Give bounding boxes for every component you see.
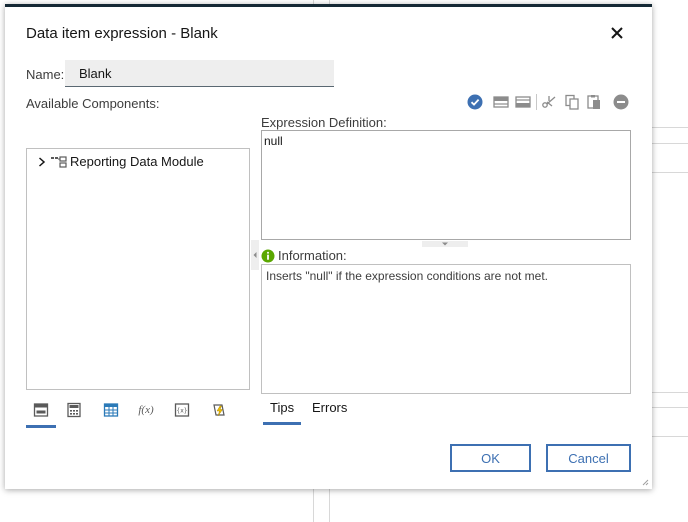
ok-button[interactable]: OK [450,444,531,472]
macro-icon [213,404,225,417]
table-icon [103,403,119,417]
tree-item-label: Reporting Data Module [70,154,204,169]
tab-functions[interactable]: f(x) [131,397,161,423]
name-label: Name: [26,67,65,82]
info-icon [261,249,275,262]
tab-errors[interactable]: Errors [312,400,347,415]
expression-editor[interactable]: null [261,130,631,240]
tab-parameters[interactable]: {x} [167,397,197,423]
copy-icon[interactable] [563,93,581,111]
svg-text:{x}: {x} [176,408,187,415]
information-panel: Inserts "null" if the expression conditi… [261,264,631,394]
tab-source[interactable] [26,397,56,423]
tab-calculations[interactable] [59,397,89,423]
tab-macros[interactable] [204,397,234,423]
insert-row-below-icon[interactable] [514,93,532,111]
background-line [652,127,688,128]
paste-icon[interactable] [585,93,603,111]
resize-grip-icon[interactable] [641,478,649,486]
functions-icon: f(x) [138,404,154,416]
tab-tips[interactable]: Tips [270,400,294,415]
validate-icon[interactable] [466,93,484,111]
horizontal-splitter[interactable] [422,241,468,247]
background-line [652,143,688,144]
source-icon [33,403,49,417]
insert-row-above-icon[interactable] [492,93,510,111]
cancel-button[interactable]: Cancel [546,444,631,472]
active-tab-indicator [26,425,56,428]
expression-text: null [264,134,283,148]
chevron-down-icon [442,242,448,246]
background-line [652,172,688,173]
available-components-tree[interactable]: Reporting Data Module [26,148,250,390]
information-text: Inserts "null" if the expression conditi… [266,269,548,283]
expression-dialog: Data item expression - Blank Name: Avail… [5,4,652,489]
available-components-label: Available Components: [26,96,160,111]
toolbar-separator [536,94,537,110]
cut-icon[interactable] [540,93,558,111]
chevron-right-icon[interactable] [37,156,47,168]
name-field[interactable] [65,60,334,87]
component-tabs: f(x) {x} [26,397,256,429]
information-header: Information: [261,248,347,263]
dialog-top-bar [5,4,652,7]
background-line [652,392,688,393]
remove-icon[interactable] [612,93,630,111]
information-label: Information: [278,248,347,263]
vertical-splitter[interactable] [251,240,259,270]
parameters-icon: {x} [174,403,190,417]
calculator-icon [67,402,81,418]
dialog-title: Data item expression - Blank [26,25,218,42]
tips-tab-indicator [263,422,301,425]
close-icon[interactable] [608,24,626,42]
tab-tables[interactable] [96,397,126,423]
data-module-icon [51,155,67,168]
expression-definition-label: Expression Definition: [261,115,387,130]
background-line [652,407,688,408]
tree-item-reporting-data-module[interactable]: Reporting Data Module [37,154,204,169]
background-line [652,436,688,437]
